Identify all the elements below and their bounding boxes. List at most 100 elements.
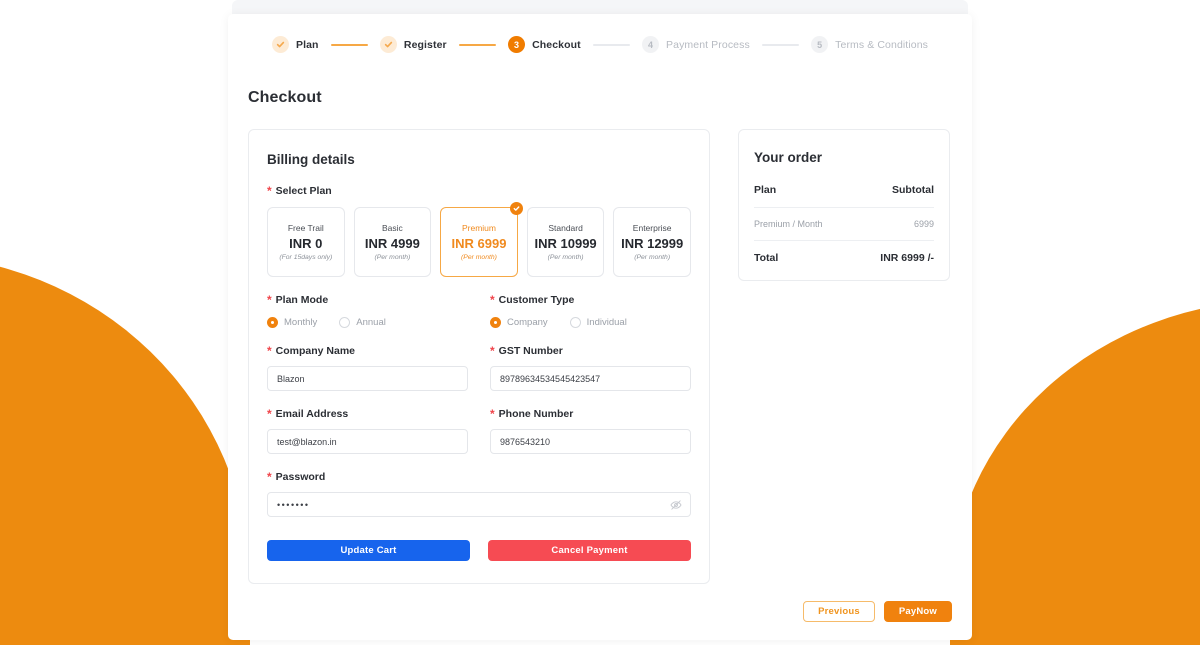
plan-mode-label: * Plan Mode: [267, 294, 468, 306]
step-checkout[interactable]: 3 Checkout: [508, 36, 581, 53]
email-text: Email Address: [275, 408, 349, 420]
page-title: Checkout: [248, 89, 322, 106]
plan-note: (Per month): [461, 254, 497, 261]
step-register[interactable]: Register: [379, 36, 447, 53]
order-summary-title: Your order: [754, 150, 823, 165]
email-input[interactable]: [267, 429, 468, 454]
radio-dot-icon: [339, 317, 351, 328]
plan-card-premium[interactable]: Premium INR 6999 (Per month): [440, 202, 523, 277]
step-payment-process[interactable]: 4 Payment Process: [642, 36, 750, 53]
email-label: * Email Address: [267, 408, 468, 420]
selected-check-icon: [509, 202, 523, 215]
required-asterisk: *: [490, 407, 495, 421]
password-label: * Password: [267, 471, 691, 483]
step-label-checkout: Checkout: [532, 38, 581, 51]
customer-type-group: * Customer Type Company Individual: [490, 294, 691, 328]
checkout-content: Billing details * Select Plan Free Trail…: [228, 107, 972, 584]
billing-details-panel: Billing details * Select Plan Free Trail…: [248, 129, 710, 584]
gst-number-group: * GST Number: [490, 345, 691, 391]
billing-actions: Update Cart Cancel Payment: [267, 540, 691, 561]
plan-price: INR 4999: [364, 236, 420, 251]
company-name-field: [267, 366, 468, 391]
plan-name: Standard: [548, 223, 583, 233]
plan-mode-group: * Plan Mode Monthly Annual: [267, 294, 468, 328]
previous-button[interactable]: Previous: [803, 601, 875, 622]
order-total-amount: INR 6999 /-: [880, 252, 934, 264]
order-col-subtotal: Subtotal: [892, 184, 934, 196]
step-label-terms-conditions: Terms & Conditions: [835, 38, 928, 51]
step-number-badge: 4: [642, 36, 660, 53]
required-asterisk: *: [267, 344, 272, 358]
plan-price: INR 6999: [451, 236, 507, 251]
radio-label-individual: Individual: [586, 317, 627, 328]
required-asterisk: *: [267, 184, 272, 198]
plan-note: (Per month): [634, 254, 671, 261]
app-canvas: Plan Register 3 Checkout 4 Payment Proce…: [0, 0, 1200, 645]
select-plan-label: * Select Plan: [267, 185, 691, 197]
company-name-group: * Company Name: [267, 345, 468, 391]
plan-card-basic[interactable]: Basic INR 4999 (Per month): [353, 207, 432, 277]
step-number-badge: 3: [508, 36, 526, 53]
plan-card-enterprise[interactable]: Enterprise INR 12999 (Per month): [613, 207, 691, 277]
customer-type-label: * Customer Type: [490, 294, 691, 306]
paynow-button[interactable]: PayNow: [883, 601, 952, 622]
phone-field: [490, 429, 691, 454]
required-asterisk: *: [490, 293, 495, 307]
radio-label-monthly: Monthly: [284, 317, 318, 328]
password-group: * Password: [267, 471, 691, 517]
plan-name: Free Trail: [287, 223, 324, 233]
check-icon: [379, 36, 397, 53]
order-summary-panel: Your order Plan Subtotal Premium / Month…: [738, 129, 950, 281]
password-input[interactable]: [267, 492, 691, 517]
plan-mode-text: Plan Mode: [275, 294, 329, 306]
step-terms-conditions[interactable]: 5 Terms & Conditions: [811, 36, 928, 53]
radio-monthly[interactable]: Monthly: [267, 317, 317, 328]
company-name-input[interactable]: [267, 366, 468, 391]
update-cart-button[interactable]: Update Cart: [267, 540, 470, 561]
radio-dot-icon: [569, 317, 581, 328]
radio-dot-icon: [490, 317, 501, 328]
gst-number-text: GST Number: [498, 345, 563, 357]
radio-company[interactable]: Company: [490, 317, 548, 328]
select-plan-text: Select Plan: [275, 185, 332, 197]
step-plan[interactable]: Plan: [272, 36, 319, 53]
radio-label-annual: Annual: [356, 317, 386, 328]
phone-input[interactable]: [490, 429, 691, 454]
password-text: Password: [275, 471, 326, 483]
eye-slash-icon[interactable]: [670, 499, 682, 511]
required-asterisk: *: [490, 344, 495, 358]
check-icon: [272, 36, 289, 53]
plan-name: Premium: [461, 223, 496, 233]
plan-mode-radios: Monthly Annual: [267, 317, 468, 328]
phone-label: * Phone Number: [490, 408, 691, 420]
plan-name: Basic: [381, 223, 403, 233]
radio-individual[interactable]: Individual: [569, 317, 627, 328]
phone-group: * Phone Number: [490, 408, 691, 454]
step-number-badge: 5: [811, 36, 829, 53]
checkout-card: Plan Register 3 Checkout 4 Payment Proce…: [228, 14, 972, 640]
plan-card-free-trail[interactable]: Free Trail INR 0 (For 15days only): [267, 207, 345, 277]
order-col-plan: Plan: [754, 184, 777, 196]
step-connector-4: [761, 43, 800, 46]
plan-mode-customer-type-row: * Plan Mode Monthly Annual * Customer Ty…: [267, 294, 691, 328]
plan-price: INR 12999: [621, 236, 684, 251]
progress-stepper: Plan Register 3 Checkout 4 Payment Proce…: [228, 14, 972, 53]
email-field: [267, 429, 468, 454]
step-label-payment-process: Payment Process: [666, 38, 750, 51]
radio-dot-icon: [267, 317, 278, 328]
gst-number-input[interactable]: [490, 366, 691, 391]
plan-price: INR 10999: [534, 236, 597, 251]
plan-card-standard[interactable]: Standard INR 10999 (Per month): [526, 207, 605, 277]
plan-options: Free Trail INR 0 (For 15days only) Basic…: [267, 202, 691, 277]
step-connector-2: [458, 43, 497, 46]
plan-note: (Per month): [547, 254, 584, 261]
company-gst-row: * Company Name * GST Number: [267, 345, 691, 391]
radio-label-company: Company: [507, 317, 548, 328]
order-total-label: Total: [754, 252, 779, 264]
radio-annual[interactable]: Annual: [339, 317, 386, 328]
order-item-amount: 6999: [913, 219, 934, 229]
customer-type-radios: Company Individual: [490, 317, 691, 328]
cancel-payment-button[interactable]: Cancel Payment: [488, 540, 691, 561]
decorative-orange-shape-right: [950, 300, 1200, 645]
gst-number-field: [490, 366, 691, 391]
